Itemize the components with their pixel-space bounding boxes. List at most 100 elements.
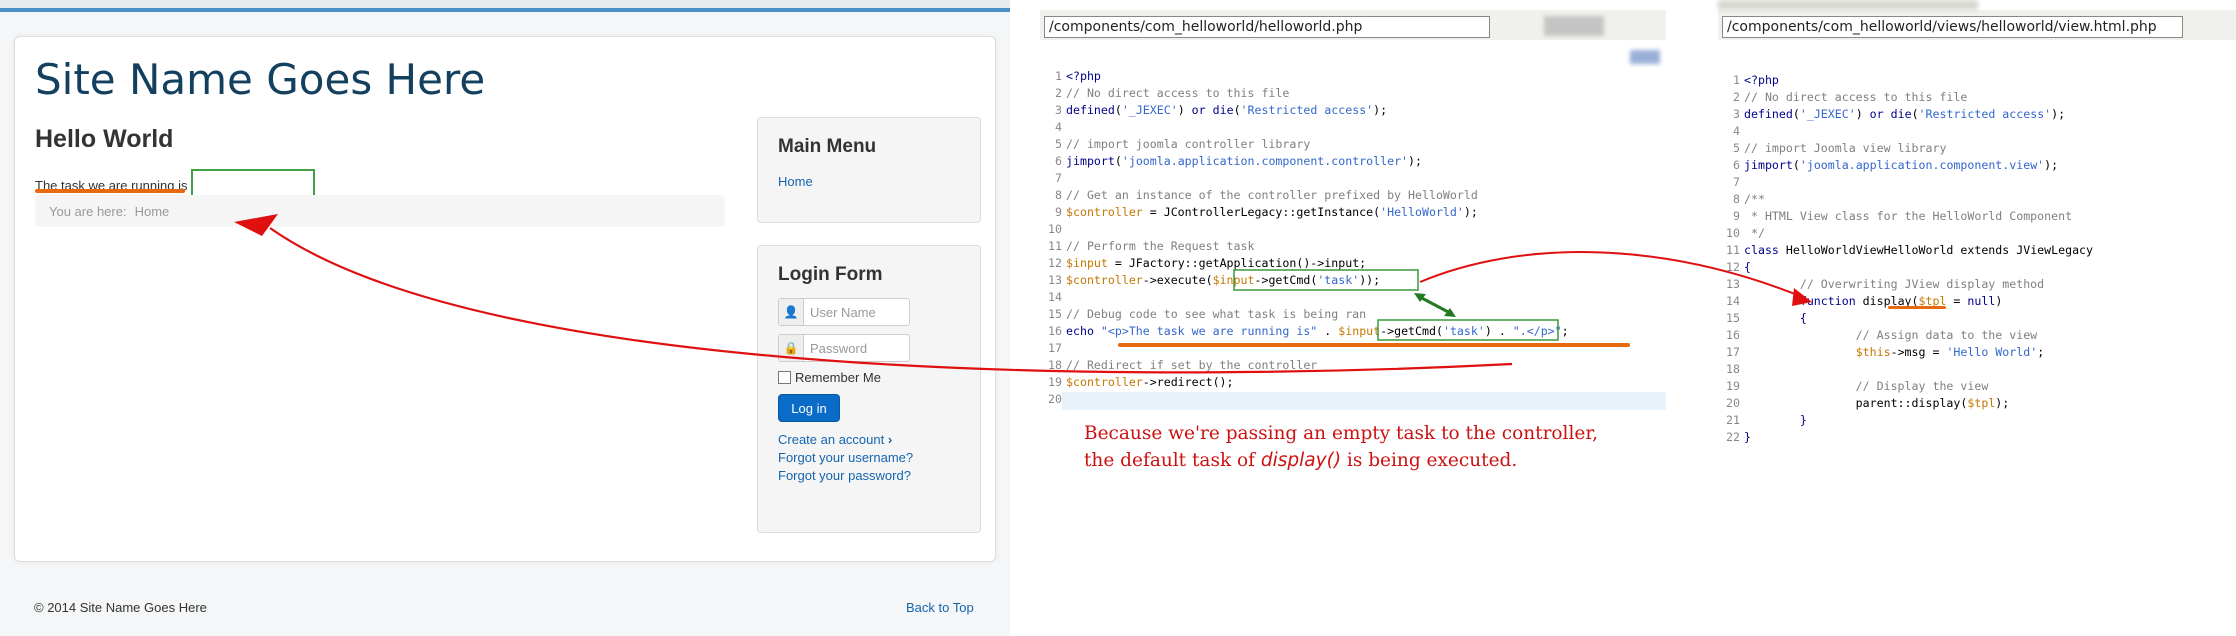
- password-field[interactable]: 🔒 Password: [778, 334, 910, 362]
- create-account-label: Create an account: [778, 432, 885, 447]
- code-line: 8 /**: [1718, 191, 2093, 208]
- code-token: ->msg =: [1890, 345, 1947, 359]
- code-token: (: [1114, 154, 1122, 168]
- view-file-path: /components/com_helloworld/views/hellowo…: [1722, 16, 2183, 38]
- line-number: 5: [1733, 141, 1740, 155]
- code-token: '_JEXEC': [1121, 103, 1178, 117]
- line-number: 2: [1055, 86, 1062, 100]
- controller-code: 1 <?php 2 // No direct access to this file 3…: [1040, 68, 1569, 408]
- login-button[interactable]: Log in: [778, 394, 840, 422]
- code-token: ;: [1561, 324, 1569, 338]
- menu-item-home[interactable]: Home: [778, 174, 813, 189]
- breadcrumb-label: You are here:: [49, 203, 127, 219]
- line-number: 8: [1733, 192, 1740, 206]
- password-placeholder: Password: [810, 340, 868, 356]
- line-number: 18: [1048, 358, 1062, 372]
- code-token: 'task': [1317, 273, 1360, 287]
- task-text-underline: [35, 189, 185, 193]
- code-line: 13 $controller->execute($input->getCmd('t…: [1040, 272, 1569, 289]
- code-line: 1 <?php: [1718, 72, 2093, 89]
- code-line: 14: [1040, 289, 1569, 306]
- code-token: (: [1233, 103, 1241, 117]
- line-number: 14: [1726, 294, 1740, 308]
- blurred-bookmarks: [1718, 0, 1978, 10]
- code-line: 5 // import joomla controller library: [1040, 136, 1569, 153]
- code-token: // Overwriting JView display method: [1744, 277, 2045, 291]
- code-token: 'joomla.application.component.controller…: [1121, 154, 1409, 168]
- line-number: 16: [1048, 324, 1062, 338]
- line-number: 6: [1733, 158, 1740, 172]
- code-token: $input: [1338, 324, 1381, 338]
- code-token: defined: [1744, 107, 1793, 121]
- code-token: // Assign data to the view: [1744, 328, 2038, 342]
- code-line: 18 // Redirect if set by the controller: [1040, 357, 1569, 374]
- code-line: 17: [1040, 340, 1569, 357]
- editor-path-bar-view: /components/com_helloworld/views/hellowo…: [1718, 0, 2236, 40]
- code-line: 14 function display($tpl = null): [1718, 293, 2093, 310]
- controller-file-path: /components/com_helloworld/helloworld.ph…: [1044, 16, 1490, 38]
- code-line: 6 jimport('joomla.application.component.c…: [1040, 153, 1569, 170]
- code-line: 3 defined('_JEXEC') or die('Restricted ac…: [1040, 102, 1569, 119]
- code-token: // Get an instance of the controller pre…: [1066, 188, 1478, 202]
- code-token: ;: [2037, 345, 2045, 359]
- line-number: 21: [1726, 413, 1740, 427]
- line-number: 19: [1048, 375, 1062, 389]
- remember-checkbox[interactable]: [778, 371, 791, 384]
- remember-label: Remember Me: [795, 370, 881, 385]
- user-icon: 👤: [779, 299, 804, 325]
- code-token: // No direct access to this file: [1744, 90, 1968, 104]
- code-token: // Redirect if set by the controller: [1066, 358, 1318, 372]
- remember-me[interactable]: Remember Me: [778, 370, 881, 385]
- code-token: ->execute(: [1142, 273, 1213, 287]
- line-number: 4: [1733, 124, 1740, 138]
- code-token: echo: [1066, 324, 1101, 338]
- code-token: (: [1792, 158, 1800, 172]
- blurred-toolbar: [1544, 16, 1604, 36]
- line-number: 7: [1055, 171, 1062, 185]
- code-token: ): [1177, 103, 1192, 117]
- code-token: $input: [1212, 273, 1255, 287]
- code-token: $controller: [1066, 205, 1143, 219]
- site-title[interactable]: Site Name Goes Here: [35, 55, 485, 104]
- forgot-username-link[interactable]: Forgot your username?: [778, 450, 913, 465]
- code-token: ->redirect();: [1142, 375, 1234, 389]
- line-number: 20: [1726, 396, 1740, 410]
- code-line: 4: [1718, 123, 2093, 140]
- code-token: );: [1463, 205, 1478, 219]
- code-line: 7: [1040, 170, 1569, 187]
- code-token: class: [1744, 243, 1786, 257]
- main-menu-title: Main Menu: [778, 136, 877, 157]
- line-number: 17: [1726, 345, 1740, 359]
- line-number: 4: [1055, 120, 1062, 134]
- line-number: 19: [1726, 379, 1740, 393]
- line-number: 10: [1048, 222, 1062, 236]
- line-number: 13: [1726, 277, 1740, 291]
- code-line: 9 $controller = JControllerLegacy::getIns…: [1040, 204, 1569, 221]
- create-account-link[interactable]: Create an account ›: [778, 432, 892, 447]
- top-bar: [0, 0, 1010, 12]
- line-number: 16: [1726, 328, 1740, 342]
- code-token: = JControllerLegacy::getInstance(: [1142, 205, 1381, 219]
- line-number: 11: [1048, 239, 1062, 253]
- code-token: $controller: [1066, 273, 1143, 287]
- code-token: =: [1946, 294, 1968, 308]
- code-token: null: [1967, 294, 1996, 308]
- line-number: 15: [1726, 311, 1740, 325]
- annotation-note: Because we're passing an empty task to t…: [1084, 420, 1598, 474]
- code-token: $tpl: [1967, 396, 1996, 410]
- code-token: // Perform the Request task: [1066, 239, 1255, 253]
- code-line: 9 * HTML View class for the HelloWorld C…: [1718, 208, 2093, 225]
- forgot-password-link[interactable]: Forgot your password?: [778, 468, 911, 483]
- back-to-top-link[interactable]: Back to Top: [906, 600, 974, 615]
- username-field[interactable]: 👤 User Name: [778, 298, 910, 326]
- code-line: 1 <?php: [1040, 68, 1569, 85]
- code-token: );: [2051, 107, 2066, 121]
- code-token: );: [2044, 158, 2059, 172]
- annotation-line-1: Because we're passing an empty task to t…: [1084, 423, 1599, 444]
- line-number: 5: [1055, 137, 1062, 151]
- code-line: 16 // Assign data to the view: [1718, 327, 2093, 344]
- code-line: 12 $input = JFactory::getApplication()->i…: [1040, 255, 1569, 272]
- code-line: 17 $this->msg = 'Hello World';: [1718, 344, 2093, 361]
- code-line: 18: [1718, 361, 2093, 378]
- code-token: * HTML View class for the HelloWorld Com…: [1744, 209, 2073, 223]
